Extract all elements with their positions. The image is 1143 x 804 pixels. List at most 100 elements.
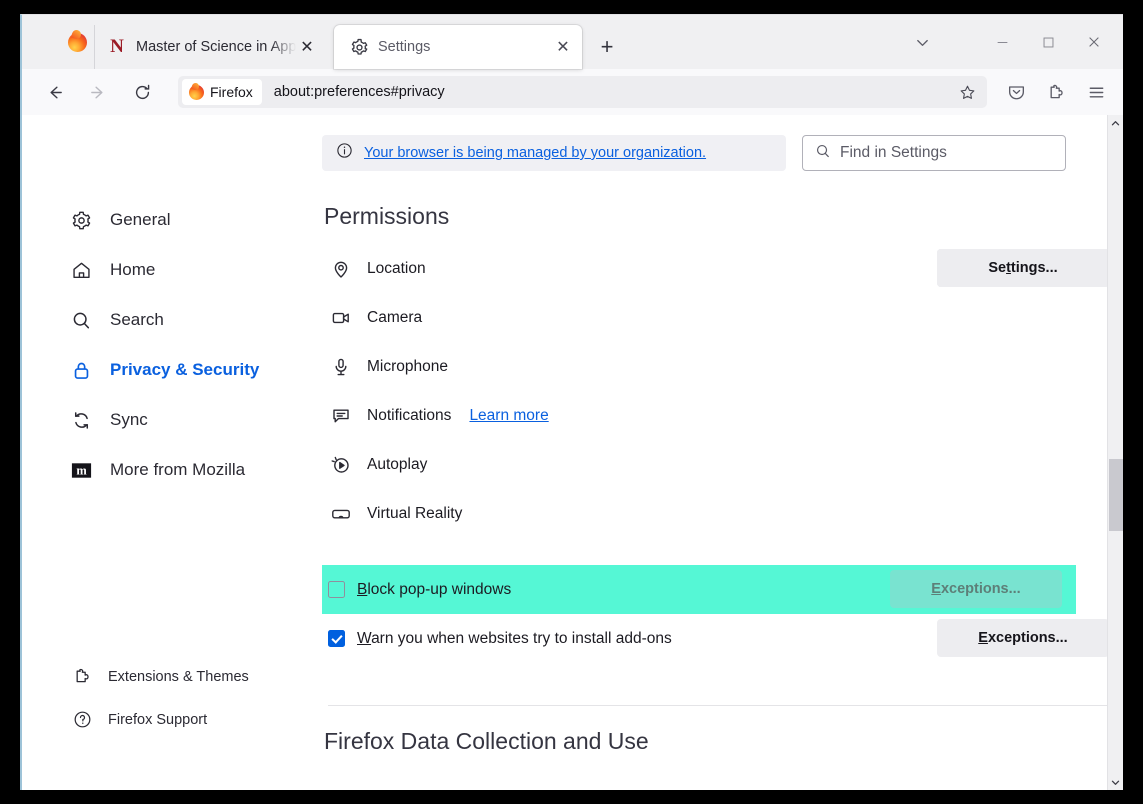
tab-title: Settings	[378, 39, 552, 55]
permission-label: Virtual Reality	[367, 505, 462, 523]
extensions-puzzle-icon	[70, 667, 94, 686]
label-rest: arn you when websites try to install add…	[371, 630, 672, 647]
info-icon	[336, 142, 353, 164]
button-label-rest: xceptions...	[941, 581, 1021, 597]
scroll-up-icon[interactable]	[1108, 115, 1123, 132]
sidebar-item-sync[interactable]: Sync	[22, 395, 322, 445]
maximize-icon[interactable]	[1025, 23, 1071, 61]
vr-headset-icon	[328, 504, 354, 524]
settings-content: General Home	[22, 115, 1123, 790]
minimize-icon[interactable]	[979, 23, 1025, 61]
star-icon[interactable]	[955, 80, 979, 104]
notifications-learn-more-link[interactable]: Learn more	[469, 407, 548, 425]
accesskey-letter: B	[357, 581, 367, 598]
extensions-puzzle-icon[interactable]	[1039, 75, 1073, 109]
sidebar-item-privacy-security[interactable]: Privacy & Security	[22, 345, 322, 395]
identity-chip[interactable]: Firefox	[182, 79, 262, 105]
search-icon	[68, 310, 94, 331]
home-icon	[68, 260, 94, 281]
settings-main-panel: Your browser is being managed by your or…	[322, 115, 1123, 790]
forward-arrow-icon	[81, 75, 115, 109]
accesskey-letter: E	[978, 630, 988, 646]
permission-row-camera: Camera Settings...	[322, 293, 1123, 342]
reload-icon[interactable]	[125, 75, 159, 109]
block-popups-label: Block pop-up windows	[357, 581, 511, 599]
url-text: about:preferences#privacy	[274, 84, 445, 100]
sidebar-item-general[interactable]: General	[22, 195, 322, 245]
block-popups-checkbox[interactable]	[328, 581, 345, 598]
vertical-scrollbar[interactable]	[1107, 115, 1123, 790]
sidebar-item-label: More from Mozilla	[110, 460, 245, 480]
back-arrow-icon[interactable]	[37, 75, 71, 109]
permission-row-autoplay: Autoplay Settings...	[322, 440, 1123, 489]
search-input[interactable]: Find in Settings	[802, 135, 1066, 171]
sidebar-item-label: Home	[110, 260, 155, 280]
screen: N Master of Science in Applied Be ✕ Sett…	[0, 0, 1143, 804]
permission-label: Notifications	[367, 407, 451, 425]
address-bar[interactable]: Firefox about:preferences#privacy	[178, 76, 987, 108]
northeastern-n-icon: N	[107, 37, 127, 57]
sidebar-item-label: General	[110, 210, 170, 230]
autoplay-icon	[328, 455, 354, 475]
top-row: Your browser is being managed by your or…	[322, 135, 1123, 171]
permission-label: Camera	[367, 309, 422, 327]
scrollbar-thumb[interactable]	[1109, 459, 1123, 531]
warn-addons-label: Warn you when websites try to install ad…	[357, 630, 672, 648]
gear-icon	[68, 210, 94, 231]
tab-master-of-science[interactable]: N Master of Science in Applied Be ✕	[94, 25, 326, 69]
permission-row-virtual-reality: Virtual Reality Settings...	[322, 489, 1123, 538]
sidebar-item-extensions-themes[interactable]: Extensions & Themes	[22, 655, 322, 698]
permissions-list: Location Settings... Camera	[322, 244, 1123, 538]
block-popups-row[interactable]: Block pop-up windows Exceptions...	[322, 565, 1076, 614]
firefox-logo-icon	[60, 15, 94, 69]
sidebar-item-firefox-support[interactable]: Firefox Support	[22, 698, 322, 741]
next-section-title: Firefox Data Collection and Use	[324, 728, 1123, 755]
camera-icon	[328, 308, 354, 328]
sidebar-footer-label: Extensions & Themes	[108, 669, 249, 685]
notification-icon	[328, 406, 354, 426]
scroll-down-icon[interactable]	[1108, 774, 1123, 790]
button-label-rest: xceptions...	[988, 630, 1068, 646]
permission-row-microphone: Microphone Settings...	[322, 342, 1123, 391]
sidebar-item-label: Search	[110, 310, 164, 330]
section-divider	[328, 705, 1109, 706]
tab-close-icon[interactable]: ✕	[296, 36, 318, 58]
virtual-reality-settings-button[interactable]: Settings...	[937, 249, 1109, 287]
navigation-toolbar: Firefox about:preferences#privacy	[22, 69, 1123, 115]
managed-notice-link[interactable]: Your browser is being managed by your or…	[364, 145, 706, 161]
sidebar-footer-label: Firefox Support	[108, 712, 207, 728]
sidebar-item-search[interactable]: Search	[22, 295, 322, 345]
permission-row-notifications: Notifications Learn more Settings...	[322, 391, 1123, 440]
sync-icon	[68, 410, 94, 431]
warn-addons-row[interactable]: Warn you when websites try to install ad…	[322, 614, 1123, 663]
list-all-tabs-icon[interactable]	[899, 23, 945, 61]
microphone-icon	[328, 357, 354, 377]
page-title: Permissions	[324, 203, 1123, 230]
window-controls	[899, 15, 1123, 69]
sidebar-item-label: Privacy & Security	[110, 360, 259, 380]
warn-addons-exceptions-button[interactable]: Exceptions...	[937, 619, 1109, 657]
block-popups-exceptions-button: Exceptions...	[890, 570, 1062, 608]
button-label: Settings...	[988, 260, 1057, 276]
new-tab-button[interactable]: +	[590, 30, 624, 64]
pocket-icon[interactable]	[999, 75, 1033, 109]
tab-settings[interactable]: Settings ✕	[334, 25, 582, 69]
checkbox-section: Block pop-up windows Exceptions... Warn …	[322, 565, 1123, 663]
hamburger-menu-icon[interactable]	[1079, 75, 1113, 109]
sidebar-item-more-from-mozilla[interactable]: m More from Mozilla	[22, 445, 322, 495]
permission-label: Location	[367, 260, 426, 278]
question-circle-icon	[70, 710, 94, 729]
sidebar-item-home[interactable]: Home	[22, 245, 322, 295]
mozilla-m-icon: m	[68, 459, 94, 482]
tab-strip: N Master of Science in Applied Be ✕ Sett…	[22, 15, 1123, 69]
search-placeholder: Find in Settings	[840, 144, 947, 162]
search-icon	[815, 143, 831, 164]
svg-text:m: m	[76, 463, 87, 477]
tab-close-icon[interactable]: ✕	[552, 36, 574, 58]
permission-label: Autoplay	[367, 456, 427, 474]
warn-addons-checkbox[interactable]	[328, 630, 345, 647]
accesskey-letter: W	[357, 630, 371, 647]
close-icon[interactable]	[1071, 23, 1117, 61]
accesskey-letter: E	[931, 581, 941, 597]
sidebar-item-label: Sync	[110, 410, 148, 430]
